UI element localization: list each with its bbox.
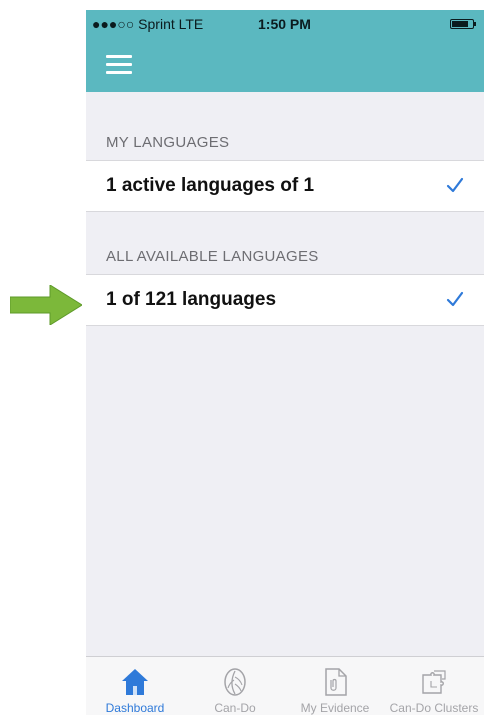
- checkmark-icon: [446, 177, 464, 193]
- green-arrow-icon: [10, 285, 82, 325]
- puzzle-icon: [422, 670, 446, 694]
- row-label: 1 of 121 languages: [106, 289, 277, 310]
- tab-label: Dashboard: [105, 701, 165, 715]
- tab-dashboard[interactable]: Dashboard: [94, 657, 176, 715]
- app-screen: ●●●○○ Sprint LTE 1:50 PM MY LANGUAGES 1 …: [86, 10, 484, 715]
- navigation-bar: [86, 40, 484, 92]
- row-label: 1 active languages of 1: [106, 175, 315, 196]
- battery-icon: [450, 19, 476, 29]
- clock: 1:50 PM: [258, 16, 311, 32]
- tab-can-do-clusters[interactable]: Can-Do Clusters: [386, 657, 482, 715]
- tab-can-do[interactable]: Can-Do: [194, 657, 276, 715]
- row-available-languages[interactable]: 1 of 121 languages: [86, 274, 484, 326]
- home-icon: [122, 669, 148, 695]
- section-header-my-languages: MY LANGUAGES: [106, 134, 230, 151]
- status-bar: ●●●○○ Sprint LTE 1:50 PM: [86, 10, 484, 40]
- hamburger-menu-icon[interactable]: [106, 53, 132, 75]
- tab-bar: Dashboard Can-Do My Evidence Can-Do Clus…: [86, 656, 484, 715]
- document-icon: [325, 668, 347, 696]
- leaf-icon: [224, 668, 246, 696]
- tab-label: Can-Do Clusters: [389, 701, 479, 715]
- tab-label: My Evidence: [300, 701, 370, 715]
- carrier-label: ●●●○○ Sprint LTE: [92, 16, 204, 32]
- checkmark-icon: [446, 291, 464, 307]
- row-active-languages[interactable]: 1 active languages of 1: [86, 160, 484, 212]
- tab-label: Can-Do: [214, 701, 256, 715]
- tab-my-evidence[interactable]: My Evidence: [292, 657, 378, 715]
- section-header-all-languages: ALL AVAILABLE LANGUAGES: [106, 248, 319, 265]
